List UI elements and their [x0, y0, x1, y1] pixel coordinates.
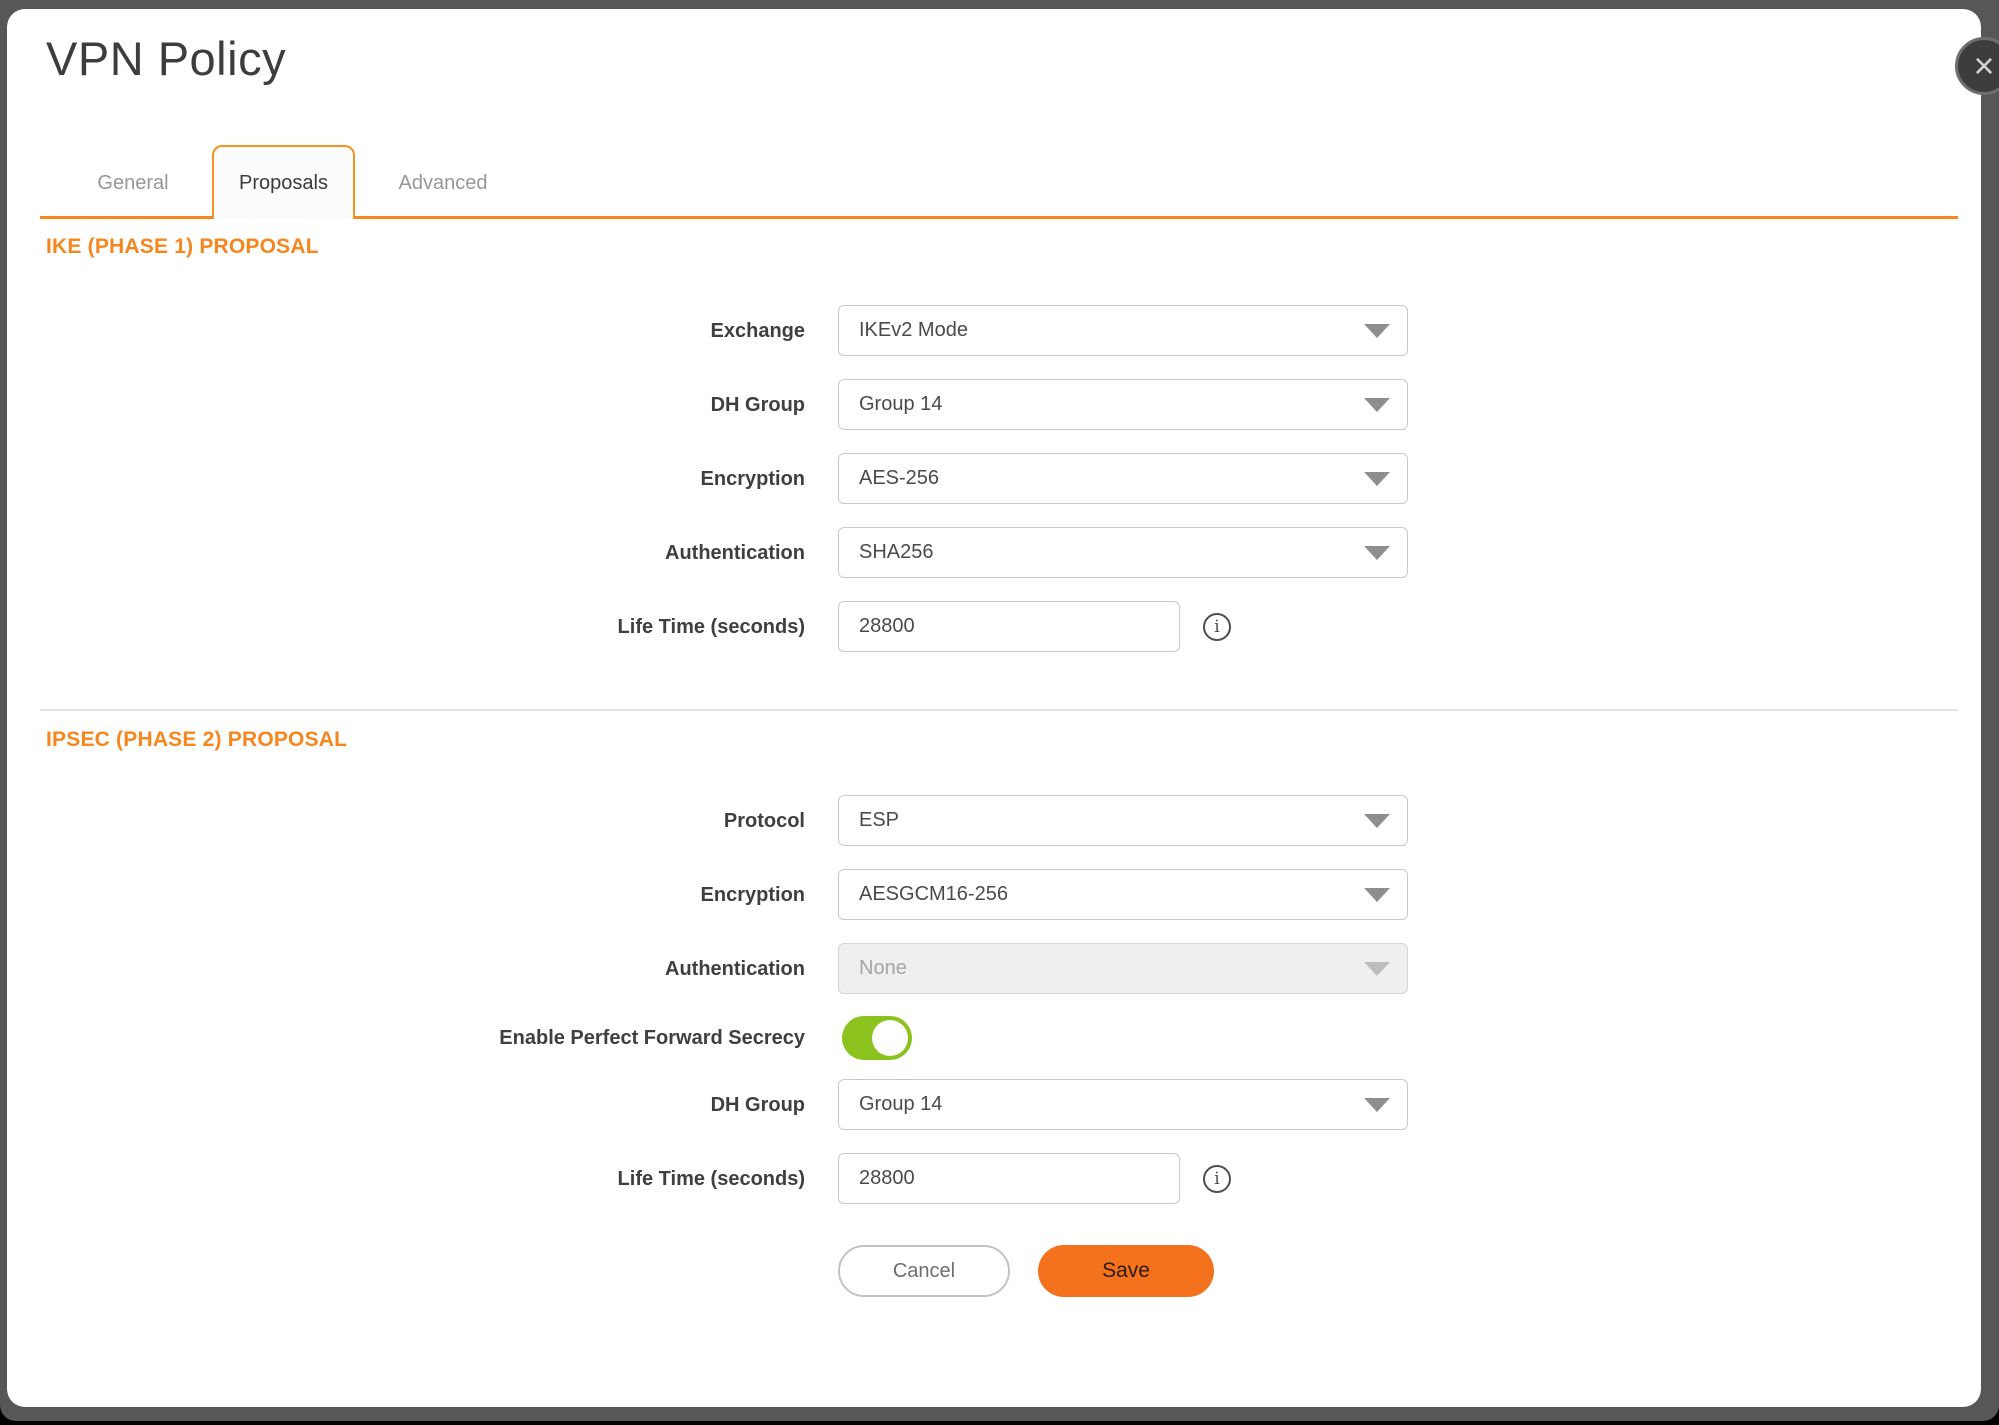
encryption-label-phase1: Encryption	[7, 453, 805, 505]
dh-group-dropdown-phase2[interactable]: Group 14	[838, 1079, 1408, 1130]
authentication-value-phase2: None	[859, 957, 907, 980]
row-pfs-toggle: Enable Perfect Forward Secrecy	[7, 1012, 1981, 1064]
tab-general[interactable]: General	[67, 157, 199, 209]
life-time-label-phase2: Life Time (seconds)	[7, 1153, 805, 1205]
close-icon: ×	[1973, 48, 1994, 84]
authentication-value-phase1: SHA256	[859, 541, 934, 564]
row-authentication-phase2: Authentication None	[7, 943, 1981, 995]
row-dh-group-phase2: DH Group Group 14	[7, 1079, 1981, 1131]
protocol-label: Protocol	[7, 795, 805, 847]
dropdown-arrow-icon	[1364, 472, 1390, 486]
authentication-label-phase2: Authentication	[7, 943, 805, 995]
section-heading-ipsec-phase2: IPSEC (PHASE 2) PROPOSAL	[46, 728, 347, 752]
dh-group-value-phase2: Group 14	[859, 1093, 942, 1116]
dropdown-arrow-icon	[1364, 398, 1390, 412]
dropdown-arrow-icon	[1364, 962, 1390, 976]
dialog-title: VPN Policy	[46, 31, 286, 86]
section-divider	[40, 709, 1958, 711]
authentication-label-phase1: Authentication	[7, 527, 805, 579]
life-time-input-phase1[interactable]	[838, 601, 1180, 652]
pfs-label: Enable Perfect Forward Secrecy	[7, 1012, 805, 1064]
authentication-dropdown-phase1[interactable]: SHA256	[838, 527, 1408, 578]
encryption-dropdown-phase1[interactable]: AES-256	[838, 453, 1408, 504]
info-icon-glyph: i	[1214, 617, 1219, 637]
row-life-time-phase2: Life Time (seconds) i	[7, 1153, 1981, 1205]
dh-group-label-phase2: DH Group	[7, 1079, 805, 1131]
row-protocol: Protocol ESP	[7, 795, 1981, 847]
dropdown-arrow-icon	[1364, 1098, 1390, 1112]
dh-group-dropdown-phase1[interactable]: Group 14	[838, 379, 1408, 430]
dropdown-arrow-icon	[1364, 814, 1390, 828]
encryption-dropdown-phase2[interactable]: AESGCM16-256	[838, 869, 1408, 920]
row-encryption-phase1: Encryption AES-256	[7, 453, 1981, 505]
row-exchange: Exchange IKEv2 Mode	[7, 305, 1981, 357]
info-icon-glyph: i	[1214, 1169, 1219, 1189]
vpn-policy-dialog: VPN Policy General Proposals Advanced IK…	[7, 9, 1981, 1407]
exchange-value: IKEv2 Mode	[859, 319, 968, 342]
toggle-knob	[872, 1020, 908, 1056]
dropdown-arrow-icon	[1364, 324, 1390, 338]
row-life-time-phase1: Life Time (seconds) i	[7, 601, 1981, 653]
life-time-label-phase1: Life Time (seconds)	[7, 601, 805, 653]
pfs-toggle[interactable]	[842, 1016, 912, 1060]
info-icon[interactable]: i	[1203, 613, 1231, 641]
section-heading-ike-phase1: IKE (PHASE 1) PROPOSAL	[46, 235, 319, 259]
dropdown-arrow-icon	[1364, 546, 1390, 560]
dh-group-value-phase1: Group 14	[859, 393, 942, 416]
encryption-label-phase2: Encryption	[7, 869, 805, 921]
encryption-value-phase2: AESGCM16-256	[859, 883, 1008, 906]
dh-group-label-phase1: DH Group	[7, 379, 805, 431]
tab-proposals[interactable]: Proposals	[212, 145, 355, 219]
row-authentication-phase1: Authentication SHA256	[7, 527, 1981, 579]
footer-actions: Cancel Save	[7, 1245, 1981, 1297]
exchange-label: Exchange	[7, 305, 805, 357]
life-time-input-phase2[interactable]	[838, 1153, 1180, 1204]
dropdown-arrow-icon	[1364, 888, 1390, 902]
protocol-value: ESP	[859, 809, 899, 832]
row-encryption-phase2: Encryption AESGCM16-256	[7, 869, 1981, 921]
info-icon[interactable]: i	[1203, 1165, 1231, 1193]
tab-advanced[interactable]: Advanced	[377, 157, 509, 209]
authentication-dropdown-phase2-disabled: None	[838, 943, 1408, 994]
row-dh-group-phase1: DH Group Group 14	[7, 379, 1981, 431]
exchange-dropdown[interactable]: IKEv2 Mode	[838, 305, 1408, 356]
encryption-value-phase1: AES-256	[859, 467, 939, 490]
save-button[interactable]: Save	[1038, 1245, 1214, 1297]
protocol-dropdown[interactable]: ESP	[838, 795, 1408, 846]
cancel-button[interactable]: Cancel	[838, 1245, 1010, 1297]
